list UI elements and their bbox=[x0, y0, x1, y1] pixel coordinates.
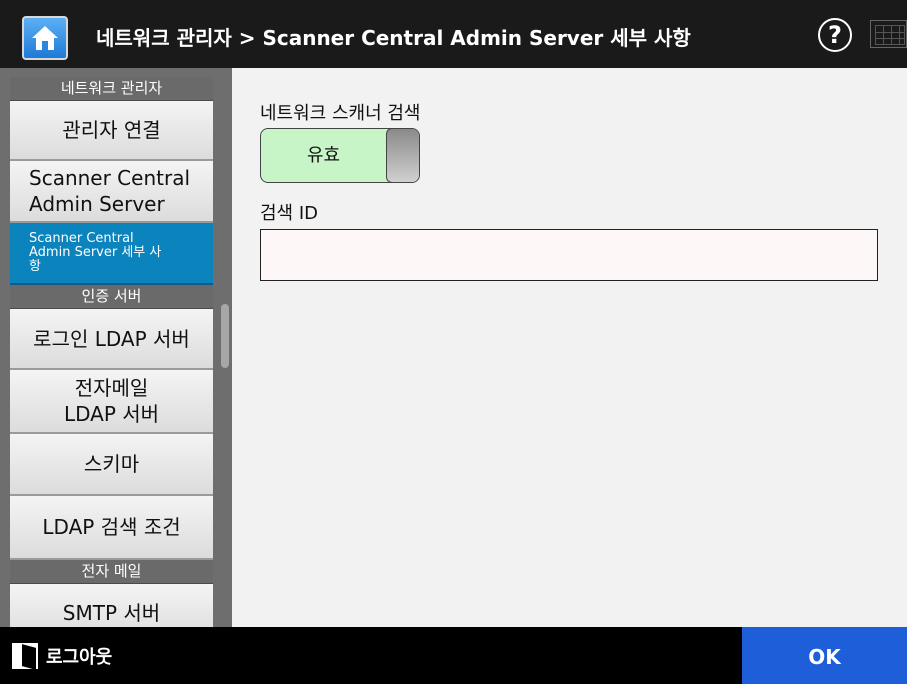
logout-icon bbox=[12, 643, 38, 669]
search-id-input[interactable] bbox=[260, 229, 878, 281]
sidebar-item-ldap-search-conditions[interactable]: LDAP 검색 조건 bbox=[10, 496, 213, 560]
toggle-knob[interactable] bbox=[386, 129, 419, 182]
help-button[interactable]: ? bbox=[818, 18, 852, 52]
toggle-value: 유효 bbox=[306, 145, 341, 166]
sidebar-section-auth-server: 인증 서버 bbox=[10, 285, 213, 309]
sidebar-item-smtp-server[interactable]: SMTP 서버 bbox=[10, 584, 213, 627]
sidebar-item-login-ldap-server[interactable]: 로그인 LDAP 서버 bbox=[10, 309, 213, 370]
search-id-label: 검색 ID bbox=[260, 203, 319, 224]
sidebar-item-label: 전자메일 LDAP 서버 bbox=[63, 376, 160, 426]
sidebar-item-schema[interactable]: 스키마 bbox=[10, 434, 213, 496]
sidebar-item-admin-connection[interactable]: 관리자 연결 bbox=[10, 101, 213, 161]
sidebar-item-label: 관리자 연결 bbox=[62, 118, 161, 142]
sidebar-section-network-admin: 네트워크 관리자 bbox=[10, 77, 213, 101]
network-scanner-search-label: 네트워크 스캐너 검색 bbox=[260, 103, 421, 124]
sidebar-item-email-ldap-server[interactable]: 전자메일 LDAP 서버 bbox=[10, 370, 213, 434]
sidebar-item-label: 로그인 LDAP 서버 bbox=[33, 326, 190, 351]
sidebar: 네트워크 관리자 관리자 연결 Scanner Central Admin Se… bbox=[0, 68, 232, 627]
sidebar-list: 네트워크 관리자 관리자 연결 Scanner Central Admin Se… bbox=[10, 77, 213, 627]
home-button[interactable] bbox=[22, 16, 68, 60]
ok-button[interactable]: OK bbox=[742, 627, 907, 684]
help-icon: ? bbox=[828, 21, 842, 49]
logout-label: 로그아웃 bbox=[46, 647, 113, 668]
keyboard-icon[interactable] bbox=[870, 20, 907, 48]
sidebar-item-scanner-central-admin-server-details[interactable]: Scanner Central Admin Server 세부 사 항 bbox=[10, 223, 213, 285]
main-panel: 네트워크 스캐너 검색 유효 검색 ID bbox=[232, 68, 907, 627]
header-bar: 네트워크 관리자 > Scanner Central Admin Server … bbox=[0, 0, 907, 68]
footer-bar: 로그아웃 OK bbox=[0, 627, 907, 684]
sidebar-item-label: Scanner Central Admin Server bbox=[29, 166, 191, 216]
sidebar-item-label: LDAP 검색 조건 bbox=[42, 515, 181, 539]
home-icon bbox=[32, 26, 58, 50]
network-scanner-search-toggle[interactable]: 유효 bbox=[260, 128, 420, 183]
sidebar-item-label: 스키마 bbox=[83, 452, 140, 476]
sidebar-item-label: SMTP 서버 bbox=[62, 601, 161, 625]
sidebar-item-scanner-central-admin-server[interactable]: Scanner Central Admin Server bbox=[10, 161, 213, 223]
sidebar-section-email: 전자 메일 bbox=[10, 560, 213, 584]
sidebar-item-label: Scanner Central Admin Server 세부 사 항 bbox=[29, 231, 162, 274]
logout-button[interactable]: 로그아웃 bbox=[12, 642, 112, 670]
sidebar-scrollbar[interactable] bbox=[221, 304, 229, 368]
page-title: 네트워크 관리자 > Scanner Central Admin Server … bbox=[96, 26, 691, 50]
